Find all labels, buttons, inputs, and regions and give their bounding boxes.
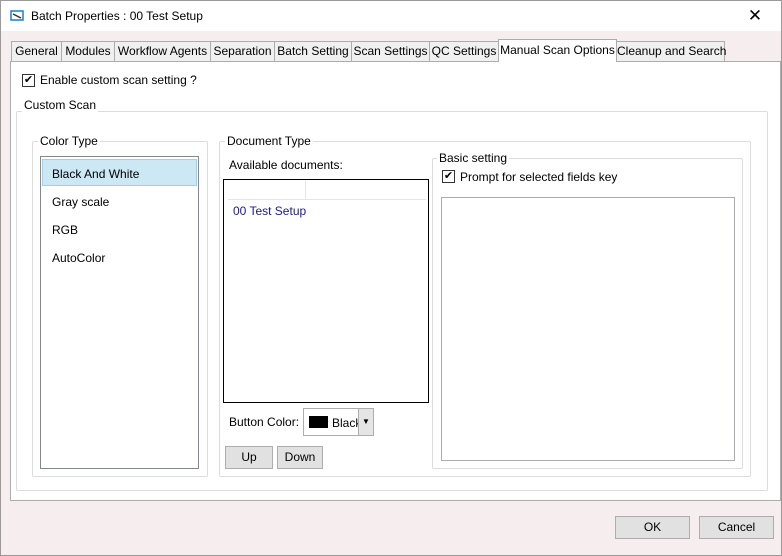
- tab-qc-settings[interactable]: QC Settings: [429, 41, 499, 62]
- custom-scan-label: Custom Scan: [22, 98, 99, 112]
- color-type-list[interactable]: Black And White Gray scale RGB AutoColor: [40, 156, 199, 469]
- enable-custom-checkbox[interactable]: ✔: [22, 74, 35, 87]
- button-color-combo[interactable]: Black ▼: [303, 408, 374, 436]
- window-title: Batch Properties : 00 Test Setup: [31, 9, 203, 23]
- chevron-down-icon[interactable]: ▼: [358, 409, 373, 435]
- cancel-button[interactable]: Cancel: [699, 516, 774, 539]
- dialog-window: Batch Properties : 00 Test Setup ✕ Gener…: [0, 0, 782, 556]
- tab-general[interactable]: General: [11, 41, 62, 62]
- column-divider[interactable]: [305, 180, 306, 199]
- list-item-rgb[interactable]: RGB: [52, 223, 78, 237]
- list-item-gray-scale[interactable]: Gray scale: [52, 195, 109, 209]
- list-item-autocolor[interactable]: AutoColor: [52, 251, 105, 265]
- down-button[interactable]: Down: [277, 446, 323, 469]
- tab-separation[interactable]: Separation: [210, 41, 275, 62]
- prompt-fields-label: Prompt for selected fields key: [460, 170, 618, 184]
- available-documents-label: Available documents:: [229, 158, 343, 172]
- list-item-black-and-white[interactable]: Black And White: [52, 167, 139, 181]
- prompt-fields-checkbox[interactable]: ✔: [442, 170, 455, 183]
- app-icon: [10, 10, 24, 21]
- color-swatch: [309, 416, 328, 428]
- button-color-value: Black: [332, 416, 362, 430]
- tab-cleanup-and-search[interactable]: Cleanup and Search: [616, 41, 726, 62]
- enable-custom-label: Enable custom scan setting ?: [40, 73, 197, 87]
- close-icon[interactable]: ✕: [743, 6, 767, 26]
- up-button[interactable]: Up: [225, 446, 273, 469]
- document-item[interactable]: 00 Test Setup: [233, 204, 306, 218]
- tab-scan-settings[interactable]: Scan Settings: [351, 41, 430, 62]
- document-type-label: Document Type: [225, 134, 313, 148]
- tab-manual-scan-options[interactable]: Manual Scan Options: [498, 39, 617, 62]
- tab-workflow-agents[interactable]: Workflow Agents: [114, 41, 211, 62]
- ok-button[interactable]: OK: [615, 516, 690, 539]
- tab-modules[interactable]: Modules: [61, 41, 115, 62]
- basic-setting-label: Basic setting: [437, 151, 510, 165]
- button-color-label: Button Color:: [229, 415, 300, 429]
- fields-key-box[interactable]: [441, 197, 735, 461]
- tab-batch-setting[interactable]: Batch Setting: [274, 41, 352, 62]
- list-header: [228, 180, 426, 200]
- documents-list[interactable]: 00 Test Setup: [223, 179, 429, 403]
- color-type-label: Color Type: [38, 134, 100, 148]
- title-bar: Batch Properties : 00 Test Setup ✕: [1, 1, 781, 31]
